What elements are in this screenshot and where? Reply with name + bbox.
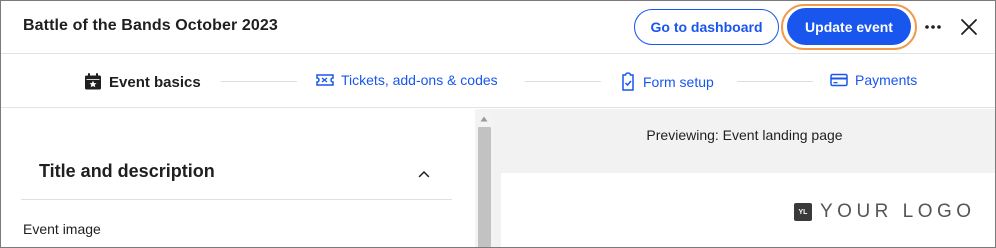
more-horizontal-icon bbox=[925, 25, 941, 29]
step-label: Tickets, add-ons & codes bbox=[341, 72, 498, 88]
ticket-icon bbox=[316, 74, 334, 86]
logo-placeholder: YL YOUR LOGO bbox=[794, 201, 976, 223]
logo-badge: YL bbox=[794, 203, 812, 221]
go-to-dashboard-button[interactable]: Go to dashboard bbox=[634, 9, 779, 45]
event-image-label: Event image bbox=[23, 221, 101, 237]
more-options-button[interactable] bbox=[921, 15, 945, 39]
logo-text: YOUR LOGO bbox=[820, 201, 976, 222]
section-divider bbox=[21, 199, 452, 200]
step-label: Payments bbox=[855, 72, 918, 88]
update-event-button[interactable]: Update event bbox=[787, 8, 911, 45]
step-tickets[interactable]: Tickets, add-ons & codes bbox=[315, 72, 498, 88]
section-title: Title and description bbox=[39, 161, 215, 181]
calendar-star-icon bbox=[85, 73, 101, 90]
step-event-basics[interactable]: Event basics bbox=[83, 72, 201, 92]
collapse-section-button[interactable] bbox=[415, 165, 433, 183]
event-title: Battle of the Bands October 2023 bbox=[23, 17, 278, 34]
form-check-icon bbox=[622, 72, 634, 91]
close-button[interactable] bbox=[957, 15, 981, 39]
step-form-setup[interactable]: Form setup bbox=[619, 72, 714, 92]
preview-panel: Previewing: Event landing page YL YOUR L… bbox=[494, 109, 995, 247]
preview-page: YL YOUR LOGO bbox=[501, 173, 995, 247]
event-editor-window: Battle of the Bands October 2023 Go to d… bbox=[0, 0, 996, 248]
step-label: Form setup bbox=[643, 74, 714, 90]
step-connector bbox=[525, 81, 601, 82]
credit-card-icon bbox=[830, 73, 848, 87]
header-bar: Battle of the Bands October 2023 Go to d… bbox=[1, 1, 995, 54]
close-icon bbox=[961, 19, 977, 35]
step-connector bbox=[737, 81, 813, 82]
step-label: Event basics bbox=[109, 73, 201, 91]
editor-panel: Title and description Event image bbox=[1, 109, 475, 247]
step-connector bbox=[221, 81, 297, 82]
step-payments[interactable]: Payments bbox=[829, 72, 917, 88]
preview-label: Previewing: Event landing page bbox=[646, 127, 843, 143]
steps-navigation: Event basics Tickets, add-ons & codes Fo… bbox=[1, 55, 995, 108]
scrollbar-thumb[interactable] bbox=[478, 127, 491, 247]
chevron-up-icon bbox=[418, 170, 430, 178]
scroll-up-arrow-icon[interactable] bbox=[479, 115, 489, 123]
